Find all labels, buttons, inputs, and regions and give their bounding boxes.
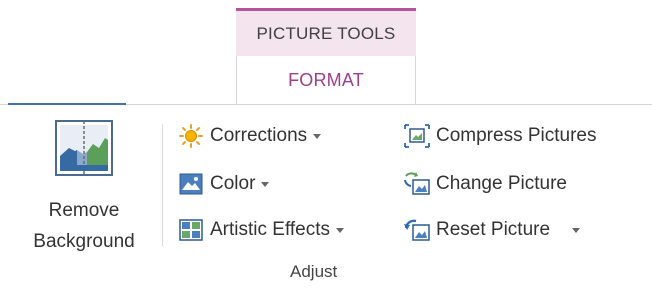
chevron-down-icon [336,227,345,233]
picture-tools-header: PICTURE TOOLS [236,8,416,56]
reset-picture-button[interactable]: Reset Picture [404,212,581,248]
adjust-group-label: Adjust [290,262,338,281]
compress-pictures-label: Compress Pictures [436,125,597,146]
remove-background-label-line1: Remove [48,200,120,221]
chevron-down-icon [261,181,270,187]
remove-background-button[interactable]: Remove Background [16,116,152,260]
compress-pictures-button[interactable]: Compress Pictures [404,118,597,154]
corrections-button[interactable]: Corrections [178,118,322,154]
tab-underline [8,103,126,105]
compress-pictures-icon [404,124,430,148]
color-button[interactable]: Color [178,166,270,202]
artistic-effects-label: Artistic Effects [210,219,331,240]
tab-format-label: FORMAT [288,70,364,90]
artistic-effects-icon [178,218,204,242]
sun-icon [178,124,204,148]
change-picture-button[interactable]: Change Picture [404,166,567,202]
chevron-down-icon[interactable] [572,227,581,233]
remove-background-label-line2: Background [33,231,135,252]
remove-background-icon [55,120,113,181]
corrections-label: Corrections [210,125,308,146]
change-picture-label: Change Picture [436,173,567,194]
color-label: Color [210,173,256,194]
color-icon [178,172,204,196]
reset-picture-label: Reset Picture [436,219,551,240]
reset-picture-icon [404,218,430,242]
picture-tools-label: PICTURE TOOLS [256,23,396,43]
artistic-effects-button[interactable]: Artistic Effects [178,212,345,248]
tab-format[interactable]: FORMAT [236,56,416,105]
chevron-down-icon [313,133,322,139]
change-picture-icon [404,172,430,196]
group-separator [162,124,163,246]
